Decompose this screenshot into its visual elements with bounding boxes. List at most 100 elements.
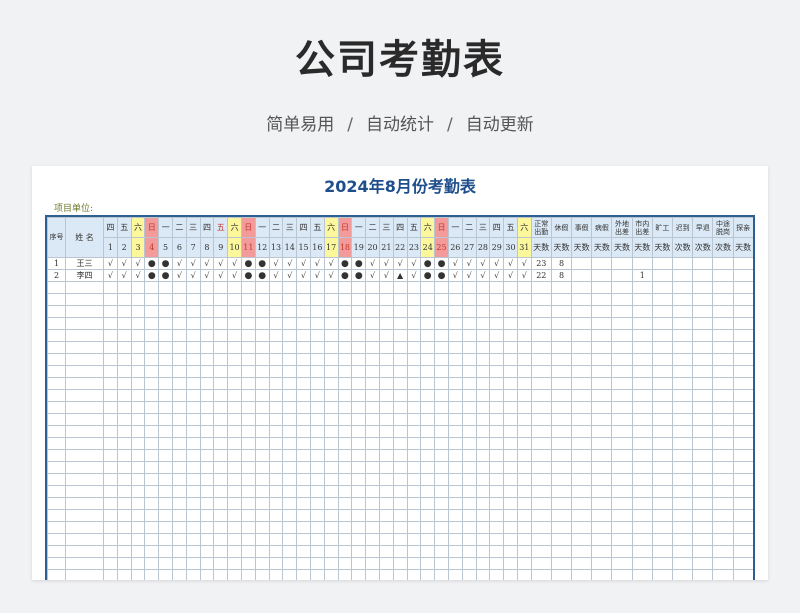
empty-cell[interactable] xyxy=(171,281,187,294)
empty-cell[interactable] xyxy=(144,365,160,378)
empty-cell[interactable] xyxy=(103,389,118,402)
empty-cell[interactable] xyxy=(351,449,367,462)
empty-cell[interactable] xyxy=(323,329,339,342)
empty-cell[interactable] xyxy=(65,509,104,522)
empty-cell[interactable] xyxy=(732,533,753,546)
empty-cell[interactable] xyxy=(199,509,215,522)
empty-cell[interactable] xyxy=(282,473,298,486)
empty-cell[interactable] xyxy=(282,413,298,426)
empty-cell[interactable] xyxy=(503,413,518,426)
empty-cell[interactable] xyxy=(712,353,734,366)
empty-cell[interactable] xyxy=(434,401,449,414)
empty-cell[interactable] xyxy=(475,413,491,426)
empty-cell[interactable] xyxy=(365,437,380,450)
empty-cell[interactable] xyxy=(591,353,613,366)
attendance-mark[interactable]: ● xyxy=(144,269,160,282)
empty-cell[interactable] xyxy=(591,557,613,570)
empty-cell[interactable] xyxy=(692,545,714,558)
empty-cell[interactable] xyxy=(447,377,463,390)
empty-cell[interactable] xyxy=(631,473,653,486)
empty-cell[interactable] xyxy=(732,305,753,318)
empty-cell[interactable] xyxy=(378,377,394,390)
empty-cell[interactable] xyxy=(516,377,532,390)
empty-cell[interactable] xyxy=(489,449,505,462)
empty-cell[interactable] xyxy=(732,329,753,342)
empty-cell[interactable] xyxy=(199,365,215,378)
attendance-mark[interactable]: ● xyxy=(420,269,436,282)
empty-cell[interactable] xyxy=(47,413,66,426)
empty-cell[interactable] xyxy=(199,545,215,558)
empty-cell[interactable] xyxy=(171,365,187,378)
empty-cell[interactable] xyxy=(268,545,284,558)
empty-cell[interactable] xyxy=(447,533,463,546)
empty-cell[interactable] xyxy=(130,533,146,546)
empty-cell[interactable] xyxy=(144,557,160,570)
empty-cell[interactable] xyxy=(254,497,270,510)
empty-cell[interactable] xyxy=(254,377,270,390)
empty-cell[interactable] xyxy=(550,341,573,354)
empty-cell[interactable] xyxy=(591,473,613,486)
empty-cell[interactable] xyxy=(296,329,311,342)
empty-cell[interactable] xyxy=(185,425,201,438)
empty-cell[interactable] xyxy=(144,353,160,366)
empty-cell[interactable] xyxy=(550,365,573,378)
empty-cell[interactable] xyxy=(254,293,270,306)
empty-cell[interactable] xyxy=(65,533,104,546)
empty-cell[interactable] xyxy=(337,389,353,402)
empty-cell[interactable] xyxy=(651,569,674,580)
empty-cell[interactable] xyxy=(130,413,146,426)
empty-cell[interactable] xyxy=(475,497,491,510)
empty-cell[interactable] xyxy=(47,485,66,498)
empty-cell[interactable] xyxy=(116,329,132,342)
empty-cell[interactable] xyxy=(158,557,173,570)
empty-cell[interactable] xyxy=(420,317,436,330)
attendance-mark[interactable]: √ xyxy=(461,269,477,282)
attendance-mark[interactable]: √ xyxy=(171,269,187,282)
attendance-mark[interactable]: √ xyxy=(213,257,229,270)
empty-cell[interactable] xyxy=(365,473,380,486)
empty-cell[interactable] xyxy=(420,377,436,390)
empty-cell[interactable] xyxy=(144,293,160,306)
empty-cell[interactable] xyxy=(530,557,552,570)
empty-cell[interactable] xyxy=(475,509,491,522)
empty-cell[interactable] xyxy=(103,281,118,294)
empty-cell[interactable] xyxy=(406,353,422,366)
stat-cell[interactable]: 22 xyxy=(530,269,552,282)
empty-cell[interactable] xyxy=(185,401,201,414)
table-row[interactable]: 1 王三 √ √ √ ● ● √ √ √ √ √ ● ● √ √ √ √ √ ● ● √ √ √ √ ● ● √ √ √ √ √ √ 23 8 xyxy=(47,257,753,270)
empty-cell[interactable] xyxy=(351,353,367,366)
empty-cell[interactable] xyxy=(631,509,653,522)
empty-cell[interactable] xyxy=(732,401,753,414)
empty-cell[interactable] xyxy=(611,449,633,462)
empty-cell[interactable] xyxy=(337,317,353,330)
empty-cell[interactable] xyxy=(503,281,518,294)
empty-cell[interactable] xyxy=(447,317,463,330)
empty-cell[interactable] xyxy=(65,401,104,414)
empty-cell[interactable] xyxy=(530,461,552,474)
empty-cell[interactable] xyxy=(406,545,422,558)
empty-cell[interactable] xyxy=(591,401,613,414)
empty-cell[interactable] xyxy=(516,449,532,462)
empty-cell[interactable] xyxy=(116,425,132,438)
empty-cell[interactable] xyxy=(434,305,449,318)
empty-cell[interactable] xyxy=(420,425,436,438)
empty-cell[interactable] xyxy=(351,281,367,294)
attendance-mark[interactable]: √ xyxy=(282,269,298,282)
empty-cell[interactable] xyxy=(213,329,229,342)
stat-cell[interactable] xyxy=(591,269,613,282)
empty-cell[interactable] xyxy=(611,533,633,546)
empty-cell[interactable] xyxy=(392,317,408,330)
empty-cell[interactable] xyxy=(434,293,449,306)
empty-cell[interactable] xyxy=(296,401,311,414)
empty-cell[interactable] xyxy=(282,449,298,462)
empty-cell[interactable] xyxy=(420,353,436,366)
empty-cell[interactable] xyxy=(337,473,353,486)
empty-cell[interactable] xyxy=(712,533,734,546)
empty-cell[interactable] xyxy=(227,425,242,438)
empty-cell[interactable] xyxy=(227,569,242,580)
empty-cell[interactable] xyxy=(144,497,160,510)
table-row[interactable]: 2 李四 √ √ √ ● ● √ √ √ √ √ ● ● √ √ √ √ √ ● ● √ √ ▲ √ ● ● √ √ √ √ √ √ 22 8 1 xyxy=(47,269,753,282)
empty-cell[interactable] xyxy=(631,341,653,354)
empty-cell[interactable] xyxy=(296,461,311,474)
empty-cell[interactable] xyxy=(351,341,367,354)
